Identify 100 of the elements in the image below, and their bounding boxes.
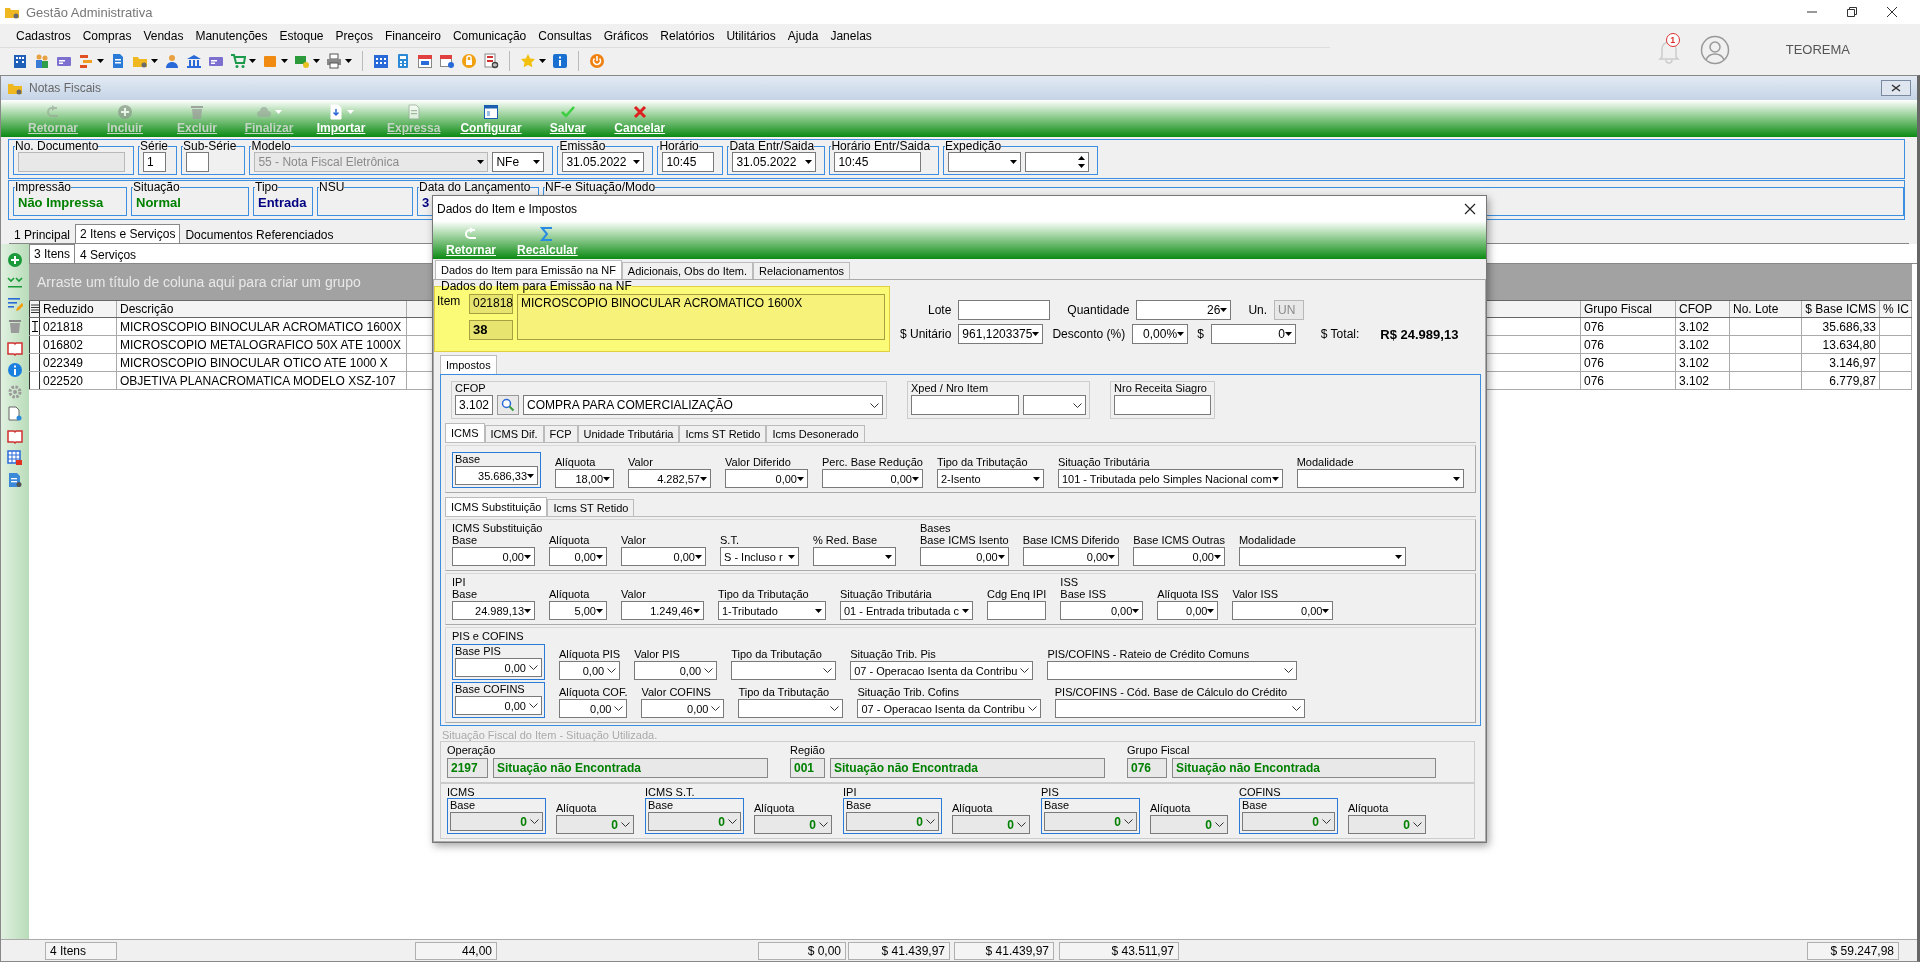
tab[interactable]: 3 Itens [29,244,76,263]
dropdown-field[interactable]: 0,00 [1022,547,1120,566]
tab[interactable]: ICMS [445,423,485,442]
dropdown-field[interactable]: 0 [1210,324,1296,344]
dropdown-field[interactable]: 0 [1044,812,1137,831]
tab[interactable]: Documentos Referenciados [180,226,339,243]
dropdown-field[interactable]: 0,00 [822,469,923,488]
menu-item[interactable]: Cadastros [10,28,77,43]
menu-item[interactable]: Ajuda [781,28,825,43]
tab[interactable]: 2 Itens e Serviços [75,224,181,243]
tab[interactable]: ICMS Dif. [484,425,544,442]
dropdown-field[interactable]: 31.05.2022 [562,151,645,172]
dropdown-field[interactable]: 0,00 [549,547,607,566]
dropdown-field[interactable]: 24.989,13 [452,601,535,620]
dropdown-field[interactable]: 0,00 [559,699,628,718]
dropdown-field[interactable]: 0,00 [455,696,542,715]
column-header[interactable]: CFOP [1676,301,1730,317]
input-field[interactable]: 10:45 [834,151,922,172]
menu-item[interactable]: Vendas [137,28,190,43]
tab[interactable]: Impostos [440,355,497,374]
tab[interactable]: Dados do Item para Emissão na NF [435,260,622,279]
dropdown-field[interactable]: 0,00% [1132,324,1189,344]
dropdown-field[interactable]: 0,00 [1060,601,1144,620]
field-label: Tipo da Tributação [731,648,823,660]
dropdown-field[interactable]: 18,00 [555,469,614,488]
menu-item[interactable]: Relatórios [654,28,721,43]
dropdown-field[interactable]: 0,00 [725,469,808,488]
field-label: CFOP [455,382,487,394]
field-label: Base ICMS Isento [920,534,1009,546]
menu-item[interactable]: Manutenções [189,28,274,43]
tab[interactable]: FCP [543,425,578,442]
column-header[interactable]: Grupo Fiscal [1581,301,1676,317]
dropdown-field[interactable]: 0,00 [641,699,725,718]
tab[interactable]: 4 Serviços [75,246,142,263]
table-cell: 3.102 [1676,336,1730,353]
number-field[interactable]: 38 [469,320,513,340]
menu-item[interactable]: Compras [76,28,138,43]
input-field[interactable]: 3.102 [455,395,494,415]
menu-item[interactable]: Financeiro [378,28,447,43]
dropdown-field[interactable]: S - Incluso r [720,547,799,566]
field-label: Alíquota [549,534,591,546]
dropdown-field[interactable]: 0,00 [621,547,706,566]
dropdown-field[interactable]: 0 [556,815,634,834]
dropdown-field[interactable]: 101 - Tributada pelo Simples Nacional com [1057,469,1283,488]
dropdown-field[interactable]: 1.249,46 [621,601,704,620]
menu-item[interactable]: Utilitários [720,28,782,43]
menu-item[interactable]: Comunicação [446,28,533,43]
dropdown-field[interactable]: 0,00 [1232,601,1334,620]
dropdown-field[interactable]: 0,00 [634,661,718,680]
tab[interactable]: ICMS Substituição [445,497,548,516]
dropdown-field[interactable]: 5,00 [549,601,607,620]
dropdown-field[interactable]: 07 - Operacao Isenta da Contribu [850,661,1034,680]
dropdown-field[interactable]: 0,00 [1157,601,1219,620]
tab[interactable]: 1 Principal [9,226,76,243]
menu-item[interactable]: Estoque [273,28,330,43]
dropdown-field[interactable]: 2-Isento [936,469,1044,488]
description-field[interactable]: MICROSCOPIO BINOCULAR ACROMATICO 1600X [517,294,885,340]
dropdown-field[interactable]: 4.282,57 [628,469,711,488]
tab[interactable]: Unidade Tributária [577,425,680,442]
dropdown-field[interactable]: NFe [492,151,545,172]
dropdown-field[interactable]: 26 [1136,300,1232,320]
dropdown-field[interactable]: 0 [846,812,939,831]
dropdown-field[interactable]: 0 [450,812,543,831]
tab[interactable]: Adicionais, Obs do Item. [621,262,754,279]
tab[interactable]: Relacionamentos [753,262,851,279]
dropdown-field[interactable]: 1-Tributado [718,601,826,620]
dropdown-field[interactable]: 0 [754,815,832,834]
dropdown-field[interactable]: 0,00 [559,661,621,680]
column-header[interactable]: % IC [1880,301,1912,317]
dropdown-field[interactable]: 961,1203375 [958,324,1044,344]
dropdown-field[interactable]: 01 - Entrada tributada c [840,601,973,620]
code-field[interactable]: 021818 [469,294,513,314]
dropdown-field[interactable]: 0 [1242,812,1335,831]
dropdown-field[interactable]: 0 [1150,815,1228,834]
notification-bell[interactable]: 1 [1653,34,1684,65]
column-header[interactable]: Reduzido [40,301,117,317]
input-field[interactable]: 1 [143,151,166,172]
dropdown-field[interactable]: 0,00 [920,547,1009,566]
dropdown-field[interactable]: 0,00 [452,547,535,566]
dropdown-field[interactable]: 35.686,33 [455,466,538,485]
dropdown-field[interactable]: 0,00 [1133,547,1225,566]
column-header[interactable]: Descrição [117,301,407,317]
menu-item[interactable]: Gráficos [597,28,655,43]
column-header[interactable]: No. Lote [1730,301,1802,317]
dropdown-field[interactable]: 07 - Operacao Isenta da Contribu [857,699,1041,718]
dropdown-field[interactable]: 0,00 [455,658,542,677]
dropdown-field[interactable]: 0 [952,815,1030,834]
tab[interactable]: Icms Desonerado [766,425,865,442]
input-field[interactable]: 10:45 [662,151,715,172]
field-label: Valor PIS [634,648,681,660]
dropdown-field[interactable]: 0 [1348,815,1426,834]
column-header[interactable]: $ Base ICMS [1802,301,1880,317]
tab[interactable]: Icms ST Retido [547,499,635,516]
tab[interactable]: Icms ST Retido [679,425,767,442]
dropdown-field[interactable]: 0 [648,812,741,831]
menu-item[interactable]: Janelas [824,28,878,43]
dropdown-field[interactable]: 31.05.2022 [732,151,817,172]
menu-item[interactable]: Consultas [532,28,598,43]
menu-item[interactable]: Preços [329,28,379,43]
dropdown-field[interactable]: COMPRA PARA COMERCIALIZAÇÃO [523,395,884,415]
